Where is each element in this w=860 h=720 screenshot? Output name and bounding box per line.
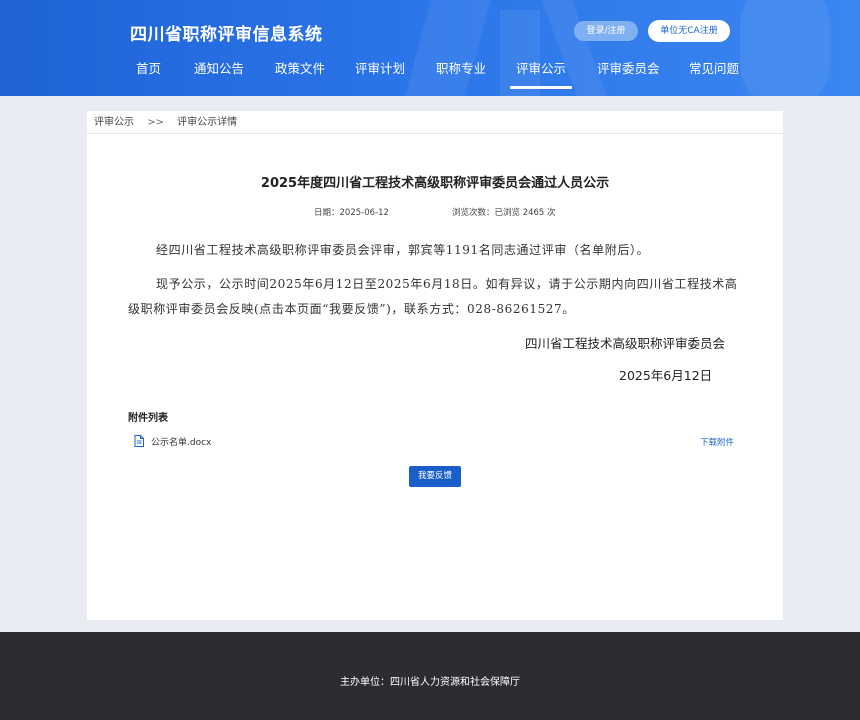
- article-view-count: 浏览次数：已浏览 2465 次: [452, 208, 556, 218]
- document-icon: [134, 435, 144, 447]
- feedback-button[interactable]: 我要反馈: [409, 466, 461, 487]
- article-signature-date: 2025年6月12日: [619, 368, 713, 383]
- nav-item-faq[interactable]: 常见问题: [689, 58, 739, 92]
- attachment-file-name[interactable]: 公示名单.docx: [151, 435, 211, 448]
- nav-item-notices[interactable]: 通知公告: [194, 58, 244, 92]
- article-title: 2025年度四川省工程技术高级职称评审委员会通过人员公示: [260, 176, 610, 191]
- site-footer: 主办单位：四川省人力资源和社会保障厅: [0, 632, 860, 720]
- attachment-item: 公示名单.docx 下载附件: [134, 434, 734, 450]
- footer-sponsor-text: 主办单位：四川省人力资源和社会保障厅: [340, 677, 520, 688]
- main-nav: 首页 通知公告 政策文件 评审计划 职称专业 评审公示 评审委员会 常见问题: [0, 58, 860, 94]
- article-date: 日期：2025-06-12: [314, 208, 389, 218]
- unit-ca-register-button[interactable]: 单位无CA注册: [648, 20, 730, 42]
- attachments-heading: 附件列表: [128, 413, 168, 424]
- article-signature: 四川省工程技术高级职称评审委员会: [525, 336, 726, 351]
- site-title: 四川省职称评审信息系统: [130, 25, 323, 45]
- breadcrumb-separator: >>: [147, 117, 164, 128]
- content-panel: 评审公示 >> 评审公示详情 2025年度四川省工程技术高级职称评审委员会通过人…: [87, 111, 783, 620]
- download-attachment-link[interactable]: 下载附件: [700, 436, 734, 448]
- nav-item-review-plan[interactable]: 评审计划: [355, 58, 405, 92]
- breadcrumb-current: 评审公示详情: [177, 117, 238, 128]
- nav-item-policies[interactable]: 政策文件: [275, 58, 325, 92]
- article-paragraph-2: 现予公示，公示时间2025年6月12日至2025年6月18日。如有异议，请于公示…: [128, 277, 738, 316]
- nav-item-title-majors[interactable]: 职称专业: [436, 58, 486, 92]
- site-header: 四川省职称评审信息系统 登录/注册 单位无CA注册 首页 通知公告 政策文件 评…: [0, 0, 860, 96]
- nav-item-review-publicity[interactable]: 评审公示: [509, 58, 573, 92]
- nav-item-review-committee[interactable]: 评审委员会: [597, 58, 660, 92]
- nav-item-home[interactable]: 首页: [136, 58, 161, 92]
- login-register-button[interactable]: 登录/注册: [574, 21, 638, 41]
- article-paragraph-1: 经四川省工程技术高级职称评审委员会评审，郭宾等1191名同志通过评审（名单附后）…: [156, 243, 650, 257]
- breadcrumb: 评审公示 >> 评审公示详情: [87, 111, 783, 134]
- breadcrumb-link-review-publicity[interactable]: 评审公示: [94, 117, 134, 128]
